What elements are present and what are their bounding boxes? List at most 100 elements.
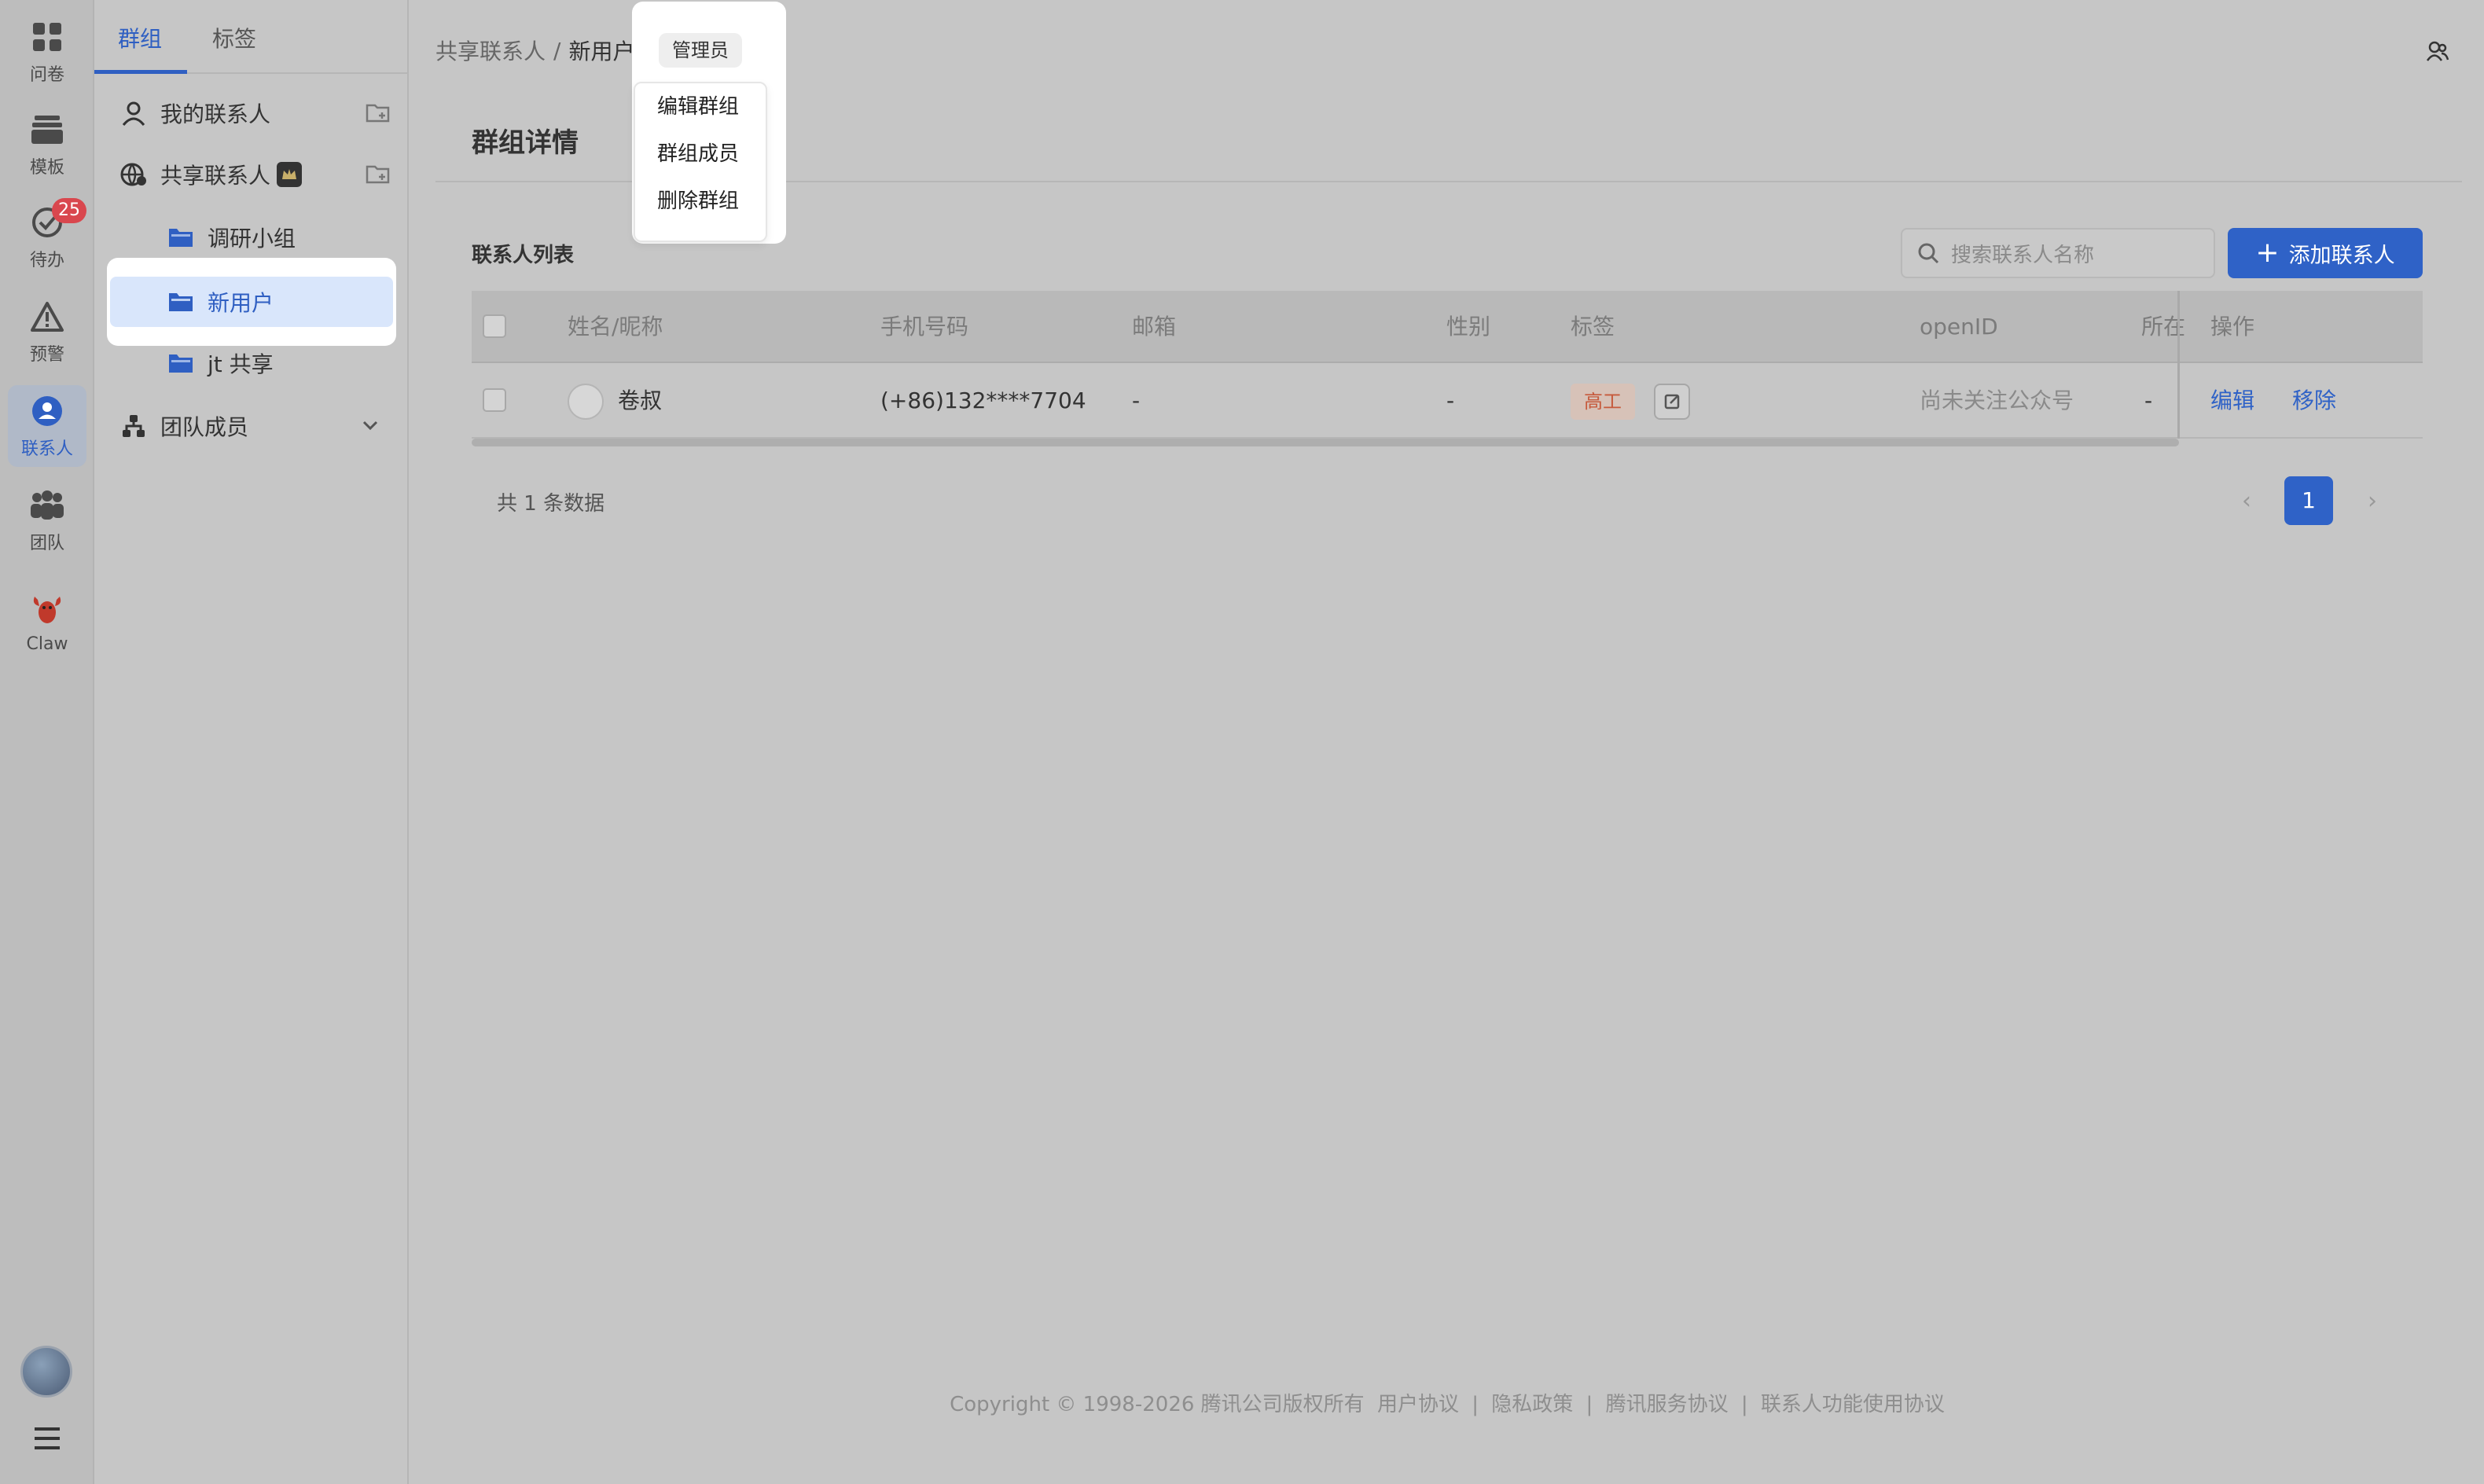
footer-link[interactable]: 腾讯服务协议 xyxy=(1606,1393,1729,1416)
page-title: 群组详情 xyxy=(472,127,579,159)
rail-label: 问卷 xyxy=(29,65,64,85)
footer-link[interactable]: 隐私政策 xyxy=(1491,1393,1573,1416)
add-contact-label: 添加联系人 xyxy=(2288,243,2395,268)
chevron-down-icon[interactable] xyxy=(357,412,385,440)
footer-copyright: Copyright © 1998-2026 腾讯公司版权所有 xyxy=(950,1393,1365,1416)
sidebar-item-label: 团队成员 xyxy=(160,414,249,440)
team-icon xyxy=(28,487,66,524)
sidebar-tabs: 群组 标签 xyxy=(94,0,407,74)
globe-people-icon xyxy=(118,159,149,190)
search-input[interactable]: 搜索联系人名称 xyxy=(1901,228,2215,278)
horizontal-scrollbar[interactable] xyxy=(472,439,2179,446)
sidebar-item-my-contacts[interactable]: 我的联系人 xyxy=(118,88,393,138)
prev-page-icon[interactable]: ‹ xyxy=(2242,487,2251,515)
column-header: 姓名/昵称 xyxy=(568,314,663,340)
lobster-icon xyxy=(28,592,66,630)
add-folder-icon[interactable] xyxy=(365,160,393,189)
tag-badge: 高工 xyxy=(1571,384,1635,420)
sidebar-item-new-users[interactable]: 新用户 xyxy=(165,277,385,327)
folder-icon xyxy=(165,222,197,253)
user-avatar[interactable] xyxy=(20,1346,72,1398)
select-all-checkbox[interactable] xyxy=(483,314,506,338)
breadcrumb-parent[interactable]: 共享联系人 xyxy=(435,35,546,66)
sidebar-item-label: 新用户 xyxy=(208,290,274,316)
sidebar-item-shared-contacts[interactable]: 共享联系人 xyxy=(118,149,393,200)
menu-item-delete-group[interactable]: 删除群组 xyxy=(635,178,766,225)
column-header: 邮箱 xyxy=(1132,314,1177,340)
section-label: 联系人列表 xyxy=(472,244,575,267)
folder-icon xyxy=(165,286,197,318)
rail-label: 待办 xyxy=(29,251,64,270)
menu-item-edit-group[interactable]: 编辑群组 xyxy=(635,83,766,130)
table-header: 姓名/昵称 手机号码 邮箱 性别 标签 openID 所在 操作 xyxy=(472,291,2423,363)
archive-icon xyxy=(28,111,66,149)
contact-avatar xyxy=(568,384,604,420)
active-tab-indicator xyxy=(94,70,187,74)
breadcrumb-current: 新用户 xyxy=(568,39,635,64)
group-actions-menu: 编辑群组 群组成员 删除群组 xyxy=(634,82,767,242)
footer-link[interactable]: 用户协议 xyxy=(1377,1393,1459,1416)
search-placeholder: 搜索联系人名称 xyxy=(1951,243,2095,267)
column-header: 标签 xyxy=(1571,314,1615,340)
breadcrumb: 共享联系人 / 新用户 xyxy=(435,35,634,66)
contact-email: - xyxy=(1132,388,1141,413)
sidebar-item-label: 共享联系人 xyxy=(160,163,271,189)
folder-icon xyxy=(165,347,197,379)
menu-item-group-members[interactable]: 群组成员 xyxy=(635,130,766,178)
sidebar-item-team-members[interactable]: 团队成员 xyxy=(118,401,385,451)
sidebar-item-label: 调研小组 xyxy=(208,226,296,252)
rail-label: Claw xyxy=(26,634,68,654)
table-row[interactable]: 卷叔 (+86)132****7704 - - 高工 尚未关注公众号 - 编辑 … xyxy=(472,365,2423,439)
footer-separator: | xyxy=(1472,1393,1479,1416)
warning-icon xyxy=(28,298,66,336)
tab-groups[interactable]: 群组 xyxy=(118,22,162,53)
edit-tag-icon[interactable] xyxy=(1654,384,1690,420)
app-root: 问卷 模板 25 待办 预警 联系人 团队 Claw 群组 标签 我的联系人 共… xyxy=(0,0,2484,1484)
rail-item-survey[interactable]: 问卷 xyxy=(8,11,86,93)
contact-gender: - xyxy=(1446,388,1455,413)
rail-item-todo[interactable]: 25 待办 xyxy=(8,197,86,278)
menu-icon[interactable] xyxy=(31,1424,63,1453)
contact-location: - xyxy=(2144,388,2153,413)
rail-label: 预警 xyxy=(29,345,64,365)
sidebar-item-jt-shared[interactable]: jt 共享 xyxy=(165,338,385,388)
page-button-current[interactable]: 1 xyxy=(2284,476,2333,525)
rail-label: 模板 xyxy=(29,158,64,178)
search-icon xyxy=(1916,241,1940,265)
contact-icon xyxy=(28,392,66,430)
breadcrumb-separator: / xyxy=(553,37,561,64)
fixed-column-divider xyxy=(2177,291,2423,439)
contacts-table: 姓名/昵称 手机号码 邮箱 性别 标签 openID 所在 操作 卷叔 (+86… xyxy=(472,291,2423,448)
column-header: openID xyxy=(1920,314,1998,340)
footer-separator: | xyxy=(1740,1393,1748,1416)
column-header: 手机号码 xyxy=(880,314,969,340)
left-rail: 问卷 模板 25 待办 预警 联系人 团队 Claw xyxy=(0,0,94,1484)
role-badge: 管理员 xyxy=(659,33,742,68)
total-count: 共 1 条数据 xyxy=(497,492,605,516)
rail-label: 团队 xyxy=(29,534,64,553)
footer-separator: | xyxy=(1586,1393,1593,1416)
add-folder-icon[interactable] xyxy=(365,99,393,127)
next-page-icon[interactable]: › xyxy=(2368,487,2377,515)
footer-link[interactable]: 联系人功能使用协议 xyxy=(1761,1393,1945,1416)
group-sidebar: 群组 标签 我的联系人 共享联系人 调研小组 xyxy=(94,0,409,1484)
rail-item-templates[interactable]: 模板 xyxy=(8,104,86,186)
contact-phone: (+86)132****7704 xyxy=(880,388,1086,413)
plus-icon: + xyxy=(2255,237,2280,269)
admin-user-icon[interactable] xyxy=(2426,39,2449,63)
sidebar-item-label: 我的联系人 xyxy=(160,101,271,127)
add-contact-button[interactable]: + 添加联系人 xyxy=(2228,228,2423,278)
rail-item-claw[interactable]: Claw xyxy=(8,582,86,663)
sidebar-item-research-group[interactable]: 调研小组 xyxy=(165,212,393,263)
todo-count-badge: 25 xyxy=(52,198,86,223)
rail-item-contacts[interactable]: 联系人 xyxy=(8,385,86,467)
row-checkbox[interactable] xyxy=(483,388,506,412)
rail-item-team[interactable]: 团队 xyxy=(8,479,86,561)
tab-tags[interactable]: 标签 xyxy=(212,22,256,53)
rail-label: 联系人 xyxy=(20,439,73,459)
contact-openid: 尚未关注公众号 xyxy=(1920,388,2074,413)
footer: Copyright © 1998-2026 腾讯公司版权所有 用户协议 | 隐私… xyxy=(410,1388,2484,1417)
person-icon xyxy=(118,97,149,129)
rail-item-alerts[interactable]: 预警 xyxy=(8,291,86,373)
contact-name: 卷叔 xyxy=(618,388,663,413)
